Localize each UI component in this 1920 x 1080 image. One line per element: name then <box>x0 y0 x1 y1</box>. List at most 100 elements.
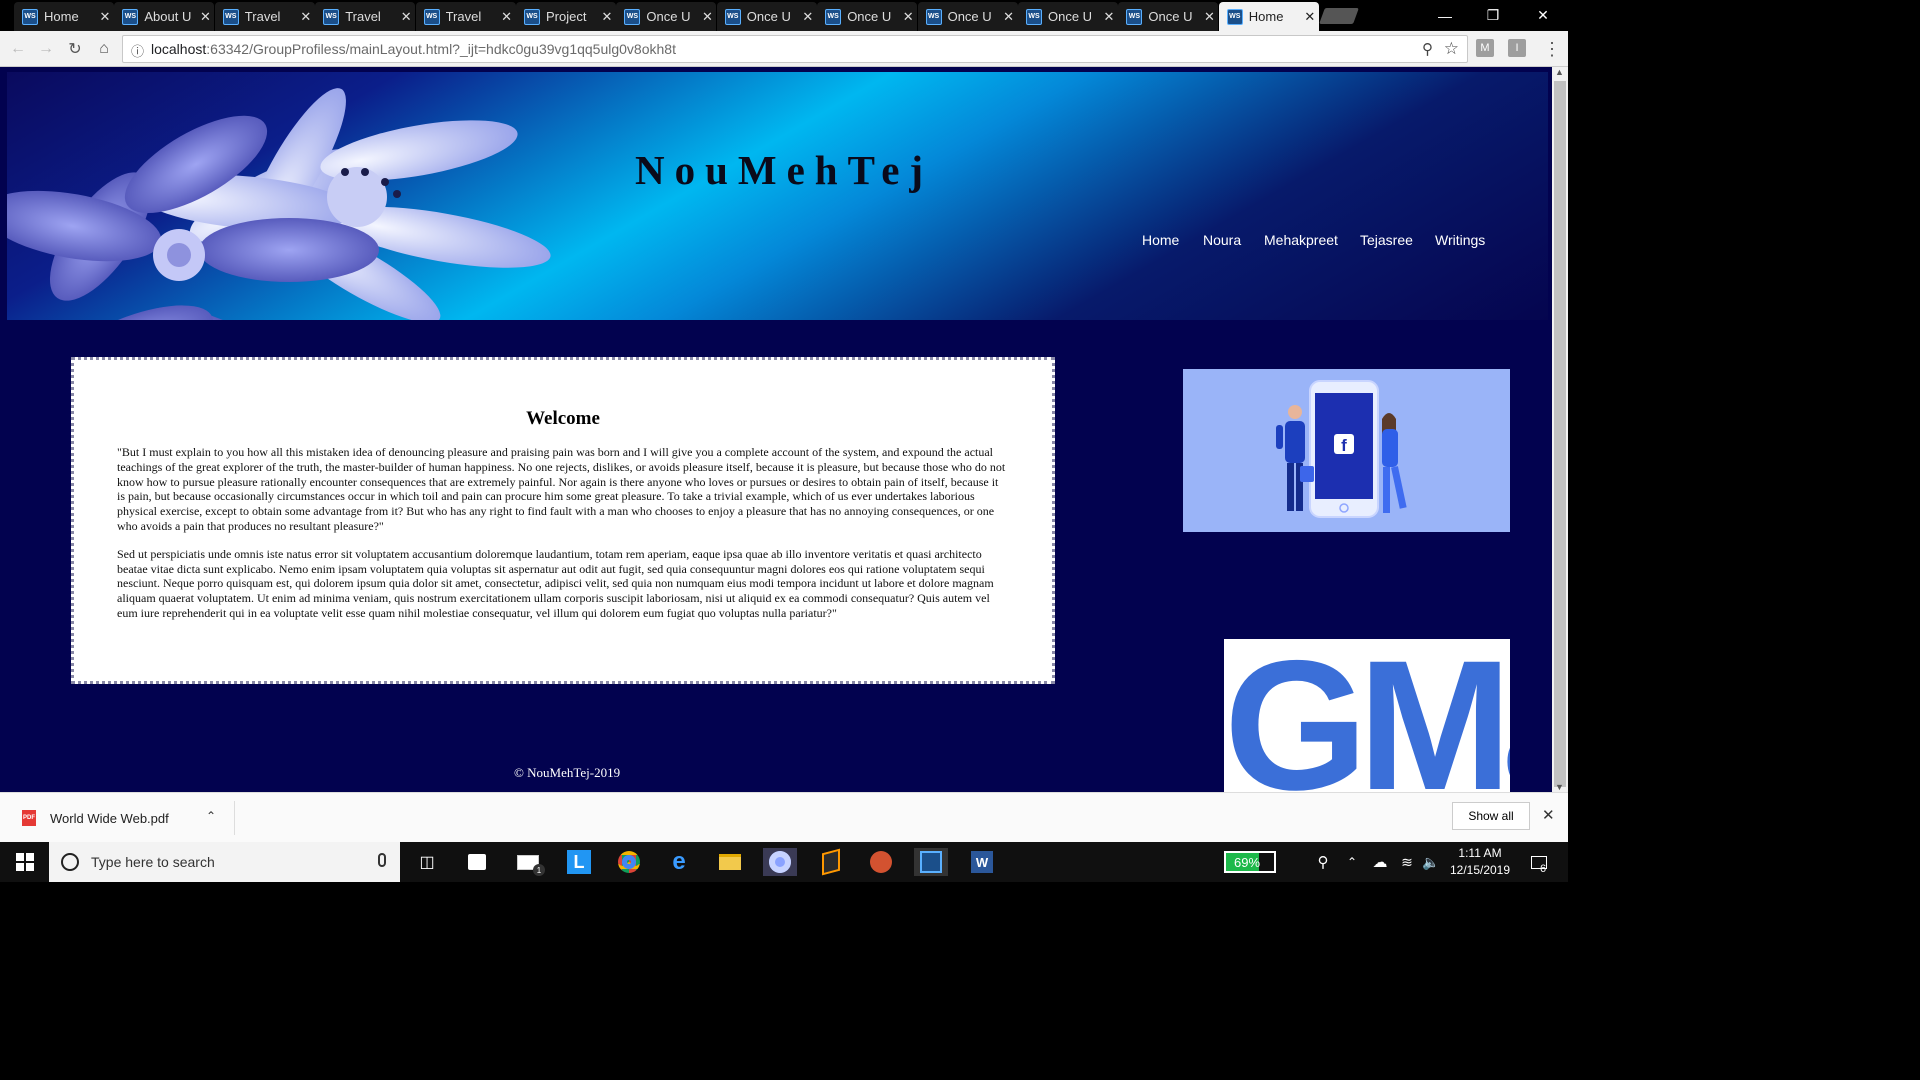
browser-tab[interactable]: WS Once U ✕ <box>716 2 817 31</box>
taskbar-clock[interactable]: 1:11 AM 12/15/2019 <box>1448 845 1512 879</box>
webstorm-icon[interactable] <box>914 848 948 876</box>
facebook-link[interactable]: f <box>1183 369 1510 532</box>
webstorm-tab-icon: WS <box>825 8 842 25</box>
webstorm-tab-icon: WS <box>323 8 340 25</box>
battery-indicator[interactable]: 69% <box>1224 851 1276 873</box>
close-download-bar-icon[interactable]: ✕ <box>1542 806 1555 824</box>
site-title: NouMehTej <box>635 147 934 193</box>
paragraph-2: Sed ut perspiciatis unde omnis iste natu… <box>117 546 994 620</box>
browser-tab[interactable]: WS Once U ✕ <box>1118 2 1219 31</box>
word-icon[interactable]: W <box>965 848 999 876</box>
zoom-icon[interactable]: ⚲ <box>1422 40 1433 58</box>
chrome-icon[interactable] <box>612 848 646 876</box>
windows-start-icon[interactable] <box>8 848 42 876</box>
menu-icon[interactable]: ⋮ <box>1540 37 1564 61</box>
tab-title: Once U <box>1148 9 1193 24</box>
close-tab-icon[interactable]: ✕ <box>698 9 716 25</box>
new-tab-button[interactable] <box>1319 8 1359 24</box>
browser-tab[interactable]: WS Once U ✕ <box>616 2 717 31</box>
browser-tab[interactable]: WS Travel ✕ <box>315 2 416 31</box>
close-tab-icon[interactable]: ✕ <box>899 9 917 25</box>
close-tab-icon[interactable]: ✕ <box>1301 9 1319 25</box>
scroll-down-icon[interactable]: ▼ <box>1555 782 1564 792</box>
scroll-up-icon[interactable]: ▲ <box>1555 67 1564 77</box>
browser-tab[interactable]: WS Home ✕ <box>1218 2 1319 31</box>
wifi-icon[interactable]: ≋ <box>1396 848 1418 876</box>
restore-button[interactable]: ❐ <box>1470 0 1516 31</box>
browser-tab[interactable]: WS Home ✕ <box>14 2 114 31</box>
show-all-button[interactable]: Show all <box>1452 802 1530 830</box>
bookmark-star-icon[interactable]: ☆ <box>1444 39 1459 59</box>
welcome-heading: Welcome <box>526 408 600 429</box>
tab-title: Travel <box>445 9 482 24</box>
nav-tejasree[interactable]: Tejasree <box>1360 232 1413 248</box>
clock-date: 12/15/2019 <box>1449 863 1511 877</box>
footer-copyright: © NouMehTej-2019 <box>514 765 621 780</box>
close-tab-icon[interactable]: ✕ <box>598 9 616 25</box>
edge-icon[interactable]: e <box>662 848 696 876</box>
webstorm-tab-icon: WS <box>1226 8 1243 25</box>
home-icon[interactable]: ⌂ <box>92 37 116 61</box>
close-tab-icon[interactable]: ✕ <box>1200 9 1218 25</box>
people-icon[interactable]: ⚲ <box>1306 848 1340 876</box>
webstorm-tab-icon: WS <box>122 8 139 25</box>
url-host: localhost <box>151 41 207 57</box>
close-window-button[interactable]: ✕ <box>1520 0 1566 31</box>
browser-tab[interactable]: WS About U ✕ <box>114 2 215 31</box>
address-bar[interactable]: ⓘ localhost:63342/GroupProfiless/mainLay… <box>122 35 1468 63</box>
extension-m-icon[interactable]: M <box>1476 39 1494 57</box>
page-scrollbar[interactable]: ▲ ▼ <box>1552 67 1568 792</box>
microphone-icon[interactable] <box>378 853 386 867</box>
webstorm-tab-icon: WS <box>524 8 540 25</box>
taskbar-search-box[interactable]: Type here to search <box>49 842 400 882</box>
close-tab-icon[interactable]: ✕ <box>297 9 315 25</box>
mail-badge: 1 <box>533 864 545 876</box>
webstorm-tab-icon: WS <box>724 8 741 25</box>
scrollbar-thumb[interactable] <box>1554 81 1566 787</box>
gmail-link[interactable]: GMail <box>1224 639 1510 792</box>
close-tab-icon[interactable]: ✕ <box>96 9 114 25</box>
nav-writings[interactable]: Writings <box>1435 232 1485 248</box>
webstorm-tab-icon: WS <box>222 8 239 25</box>
notification-icon[interactable]: 6 <box>1522 848 1556 876</box>
facebook-illustration: f <box>1276 380 1407 518</box>
download-item[interactable]: PDF World Wide Web.pdf ⌃ <box>10 801 235 835</box>
chrome-active-icon[interactable] <box>763 848 797 876</box>
task-view-icon[interactable]: ◫ <box>410 848 444 876</box>
minimize-button[interactable]: — <box>1422 0 1468 31</box>
browser-tab[interactable]: WS Travel ✕ <box>214 2 315 31</box>
volume-icon[interactable]: 🔈 <box>1420 848 1442 876</box>
onedrive-icon[interactable]: ☁ <box>1368 848 1392 876</box>
browser-tab[interactable]: WS Project ✕ <box>516 2 616 31</box>
file-explorer-icon[interactable] <box>713 848 747 876</box>
close-tab-icon[interactable]: ✕ <box>498 9 516 25</box>
close-tab-icon[interactable]: ✕ <box>196 9 214 25</box>
powerpoint-icon[interactable] <box>864 848 898 876</box>
browser-tab[interactable]: WS Once U ✕ <box>817 2 918 31</box>
l-app-icon[interactable]: L <box>562 848 596 876</box>
close-tab-icon[interactable]: ✕ <box>1100 9 1118 25</box>
store-icon[interactable] <box>460 848 494 876</box>
clock-time: 1:11 AM <box>1458 846 1502 860</box>
back-icon[interactable]: ← <box>6 37 30 61</box>
close-tab-icon[interactable]: ✕ <box>1000 9 1018 25</box>
nav-mehakpreet[interactable]: Mehakpreet <box>1264 232 1338 248</box>
browser-tab[interactable]: WS Once U ✕ <box>1018 2 1118 31</box>
nav-home[interactable]: Home <box>1142 232 1179 248</box>
sublime-icon[interactable] <box>814 848 848 876</box>
mail-icon[interactable]: 1 <box>511 848 545 876</box>
extension-i-icon[interactable]: I <box>1508 39 1526 57</box>
chevron-up-tray-icon[interactable]: ⌃ <box>1342 848 1362 876</box>
battery-percent: 69% <box>1234 854 1261 870</box>
chevron-up-icon[interactable]: ⌃ <box>206 809 216 823</box>
browser-tab[interactable]: WS Travel ✕ <box>415 2 516 31</box>
browser-tab[interactable]: WS Once U ✕ <box>917 2 1018 31</box>
nav-noura[interactable]: Noura <box>1203 232 1241 248</box>
gmail-logo: GMail <box>1224 639 1510 792</box>
welcome-panel: Welcome "But I must explain to you how a… <box>71 357 1055 684</box>
forward-icon[interactable]: → <box>34 37 58 61</box>
info-icon[interactable]: ⓘ <box>131 41 144 60</box>
close-tab-icon[interactable]: ✕ <box>799 9 817 25</box>
close-tab-icon[interactable]: ✕ <box>397 9 415 25</box>
reload-icon[interactable]: ↻ <box>63 37 87 61</box>
